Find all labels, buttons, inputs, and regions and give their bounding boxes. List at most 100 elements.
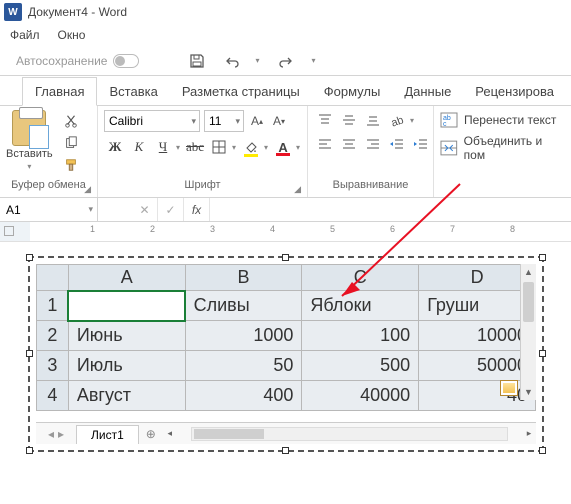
cell-c1[interactable]: Яблоки bbox=[302, 291, 419, 321]
resize-handle-ne[interactable] bbox=[539, 254, 546, 261]
embedded-spreadsheet[interactable]: A B C D 1 Сливы Яблоки Груши 2 Июнь bbox=[36, 264, 536, 444]
paste-dropdown-icon[interactable]: ▾ bbox=[27, 162, 31, 171]
border-dropdown-icon[interactable]: ▾ bbox=[232, 143, 238, 152]
cell-d3[interactable]: 50000 bbox=[419, 351, 536, 381]
font-dialog-icon[interactable]: ◢ bbox=[294, 184, 301, 195]
cell-b1[interactable]: Сливы bbox=[185, 291, 302, 321]
increase-font-button[interactable]: A▴ bbox=[248, 110, 266, 132]
select-all-corner[interactable] bbox=[37, 265, 69, 291]
col-header-b[interactable]: B bbox=[185, 265, 302, 291]
col-header-a[interactable]: A bbox=[68, 265, 185, 291]
formula-input[interactable] bbox=[210, 198, 571, 221]
menu-file[interactable]: Файл bbox=[10, 28, 40, 42]
save-button[interactable] bbox=[187, 51, 207, 71]
cell-d1[interactable]: Груши bbox=[419, 291, 536, 321]
resize-handle-nw[interactable] bbox=[26, 254, 33, 261]
resize-handle-se[interactable] bbox=[539, 447, 546, 454]
undo-dropdown-icon[interactable]: ▾ bbox=[255, 56, 263, 65]
name-box[interactable]: A1 bbox=[0, 198, 98, 221]
col-header-d[interactable]: D bbox=[419, 265, 536, 291]
tab-insert[interactable]: Вставка bbox=[97, 78, 169, 105]
vertical-scrollbar[interactable]: ▲ ▼ bbox=[520, 264, 536, 400]
align-right-button[interactable] bbox=[362, 134, 384, 154]
cell-c2[interactable]: 100 bbox=[302, 321, 419, 351]
format-painter-button[interactable] bbox=[61, 156, 81, 174]
resize-handle-n[interactable] bbox=[282, 254, 289, 261]
tab-data[interactable]: Данные bbox=[392, 78, 463, 105]
bold-button[interactable]: Ж bbox=[104, 136, 126, 158]
scroll-right-icon[interactable]: ▸ bbox=[522, 428, 536, 439]
cancel-formula-button[interactable]: ✕ bbox=[132, 198, 158, 221]
cell-b2[interactable]: 1000 bbox=[185, 321, 302, 351]
resize-handle-e[interactable] bbox=[539, 350, 546, 357]
paste-icon[interactable] bbox=[12, 110, 46, 146]
horizontal-scrollbar[interactable]: ◂ ▸ bbox=[163, 427, 536, 441]
qat-customize-icon[interactable]: ▾ bbox=[311, 56, 319, 65]
cell-b3[interactable]: 50 bbox=[185, 351, 302, 381]
cut-button[interactable] bbox=[61, 112, 81, 130]
undo-button[interactable] bbox=[221, 51, 241, 71]
font-color-dropdown-icon[interactable]: ▾ bbox=[296, 143, 302, 152]
merge-cells-button[interactable]: Объединить и пом bbox=[440, 134, 565, 162]
resize-handle-s[interactable] bbox=[282, 447, 289, 454]
redo-button[interactable] bbox=[277, 51, 297, 71]
decrease-indent-button[interactable] bbox=[386, 134, 408, 154]
fill-dropdown-icon[interactable]: ▾ bbox=[264, 143, 270, 152]
tab-layout[interactable]: Разметка страницы bbox=[170, 78, 312, 105]
fill-color-button[interactable] bbox=[240, 136, 262, 158]
scroll-left-icon[interactable]: ◂ bbox=[163, 428, 177, 439]
decrease-font-button[interactable]: A▾ bbox=[270, 110, 288, 132]
cell-a1[interactable] bbox=[68, 291, 185, 321]
orientation-button[interactable]: ab bbox=[386, 110, 408, 130]
resize-handle-sw[interactable] bbox=[26, 447, 33, 454]
resize-handle-w[interactable] bbox=[26, 350, 33, 357]
align-top-button[interactable] bbox=[314, 110, 336, 130]
underline-dropdown-icon[interactable]: ▾ bbox=[176, 143, 182, 152]
sheet-nav-buttons[interactable]: ◂▸ bbox=[36, 427, 76, 441]
spreadsheet-grid[interactable]: A B C D 1 Сливы Яблоки Груши 2 Июнь bbox=[36, 264, 536, 411]
scroll-up-icon[interactable]: ▲ bbox=[521, 264, 536, 280]
cell-c4[interactable]: 40000 bbox=[302, 381, 419, 411]
cell-d2[interactable]: 10000 bbox=[419, 321, 536, 351]
add-sheet-button[interactable]: ⊕ bbox=[139, 427, 163, 441]
embedded-spreadsheet-frame[interactable]: A B C D 1 Сливы Яблоки Груши 2 Июнь bbox=[28, 256, 544, 452]
align-bottom-button[interactable] bbox=[362, 110, 384, 130]
scroll-down-icon[interactable]: ▼ bbox=[521, 384, 536, 400]
increase-indent-button[interactable] bbox=[410, 134, 432, 154]
italic-button[interactable]: К bbox=[128, 136, 150, 158]
tab-formulas[interactable]: Формулы bbox=[312, 78, 393, 105]
row-header-1[interactable]: 1 bbox=[37, 291, 69, 321]
horizontal-ruler[interactable]: 1 2 3 4 5 6 7 8 bbox=[0, 222, 571, 242]
cell-b4[interactable]: 400 bbox=[185, 381, 302, 411]
paste-button[interactable]: Вставить bbox=[6, 148, 53, 160]
font-size-select[interactable]: 11 bbox=[204, 110, 244, 132]
scroll-thumb[interactable] bbox=[523, 282, 534, 322]
align-center-button[interactable] bbox=[338, 134, 360, 154]
row-header-2[interactable]: 2 bbox=[37, 321, 69, 351]
border-button[interactable] bbox=[208, 136, 230, 158]
copy-button[interactable] bbox=[61, 134, 81, 152]
col-header-c[interactable]: C bbox=[302, 265, 419, 291]
sheet-tab-1[interactable]: Лист1 bbox=[76, 425, 139, 444]
tab-home[interactable]: Главная bbox=[22, 77, 97, 106]
font-name-select[interactable]: Calibri bbox=[104, 110, 200, 132]
fx-button[interactable]: fx bbox=[184, 198, 210, 221]
tab-review[interactable]: Рецензирова bbox=[463, 78, 566, 105]
font-color-button[interactable]: A bbox=[272, 136, 294, 158]
cell-a2[interactable]: Июнь bbox=[68, 321, 185, 351]
accept-formula-button[interactable]: ✓ bbox=[158, 198, 184, 221]
row-header-3[interactable]: 3 bbox=[37, 351, 69, 381]
clipboard-dialog-icon[interactable]: ◢ bbox=[84, 184, 91, 195]
orientation-dropdown-icon[interactable]: ▾ bbox=[410, 116, 416, 125]
wrap-text-button[interactable]: abc Перенести текст bbox=[440, 112, 565, 128]
underline-button[interactable]: Ч bbox=[152, 136, 174, 158]
cell-c3[interactable]: 500 bbox=[302, 351, 419, 381]
row-header-4[interactable]: 4 bbox=[37, 381, 69, 411]
paste-options-smarttag[interactable] bbox=[500, 380, 518, 396]
cell-a3[interactable]: Июль bbox=[68, 351, 185, 381]
menu-window[interactable]: Окно bbox=[58, 28, 86, 42]
strikethrough-button[interactable]: abc bbox=[184, 136, 206, 158]
align-middle-button[interactable] bbox=[338, 110, 360, 130]
cell-a4[interactable]: Август bbox=[68, 381, 185, 411]
align-left-button[interactable] bbox=[314, 134, 336, 154]
